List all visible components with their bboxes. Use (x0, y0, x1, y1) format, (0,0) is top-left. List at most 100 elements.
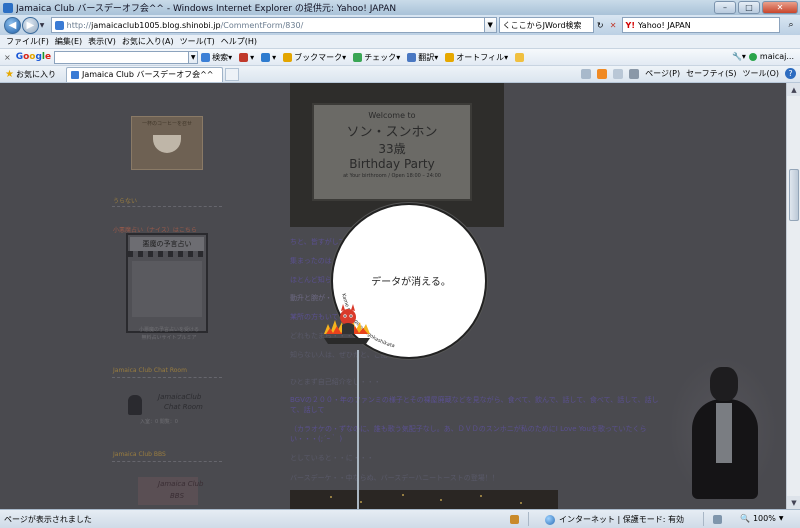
fortune-section-header: うらない (113, 198, 138, 205)
url-path: /CommentForm/830/ (220, 20, 304, 30)
back-button[interactable]: ◀ (4, 16, 21, 34)
chat-title-line1: JamaicaClub (158, 393, 202, 401)
fortune-widget[interactable]: 悪魔の予言占い (126, 233, 208, 333)
menu-file[interactable]: ファイル(F) (6, 36, 49, 47)
scroll-down-icon[interactable]: ▼ (787, 496, 800, 509)
menu-favorites[interactable]: お気に入り(A) (122, 36, 174, 47)
yahoo-search-field[interactable]: Y! Yahoo! JAPAN (621, 17, 781, 33)
vertical-scrollbar[interactable]: ▲ ▼ (786, 83, 800, 509)
popup-blocker-icon[interactable]: ▾ (239, 52, 254, 62)
home-icon[interactable] (581, 68, 592, 79)
bookmarks-button[interactable]: ブックマーク ▾ (283, 52, 346, 63)
chat-section-header: Jamaica Club Chat Room (113, 367, 187, 374)
account-button[interactable]: maicaj... (760, 52, 794, 61)
devil-character-icon[interactable] (322, 298, 372, 348)
favorites-star-icon[interactable]: ★ (5, 69, 14, 80)
search-icon[interactable]: ⌕ (782, 17, 800, 33)
blog-line: バースデーケ・・中ならぬ、バースデーハニートーストの登場！！ (290, 474, 499, 482)
page-menu[interactable]: ページ(P) (645, 68, 680, 79)
fortune-caption-2[interactable]: 無料占いサイトプルミア (131, 334, 207, 341)
command-bar: ページ(P) セーフティ(S) ツール(O) ? (581, 68, 796, 79)
rss-feed-icon[interactable] (597, 68, 608, 79)
chat-status: 入室：0 閲覧：0 (140, 419, 178, 425)
sign-welcome: Welcome to (368, 111, 416, 120)
scroll-thumb[interactable] (789, 169, 799, 221)
blog-line: （カラオケの・ずなのに、誰も歌う気配子なし。あ、ＤＶＤのスンホニが私のためにI … (290, 425, 647, 443)
check-button[interactable]: チェック ▾ (353, 52, 400, 63)
coffee-widget[interactable]: 一杯のコーヒーを召せ (131, 116, 203, 170)
pencil-icon[interactable] (515, 52, 526, 62)
divider (112, 377, 222, 378)
divider (112, 206, 222, 207)
minimize-button[interactable]: – (714, 1, 736, 14)
menu-bar: ファイル(F) 編集(E) 表示(V) お気に入り(A) ツール(T) ヘルプ(… (0, 35, 800, 49)
history-dropdown-icon[interactable]: ▼ (40, 22, 48, 29)
coffee-cup-icon (153, 135, 181, 153)
divider (112, 461, 222, 462)
google-search-dropdown-icon[interactable]: ▼ (189, 50, 199, 64)
chat-title-line2: Chat Room (164, 403, 203, 411)
popup-status-icon[interactable] (510, 515, 519, 524)
tools-menu[interactable]: ツール(O) (742, 68, 779, 79)
fortune-caption-1[interactable]: 小悪魔の予言占いを受ける (131, 326, 207, 333)
google-search-input[interactable] (54, 50, 190, 64)
title-bar: Jamaica Club バースデーオフ会^^ - Windows Intern… (0, 0, 800, 15)
spellcheck-icon (353, 52, 363, 62)
welcome-sign: Welcome to ソン・スンホン 33歳 Birthday Party at… (312, 103, 472, 201)
navigation-bar: ◀ ▶ ▼ http://jamaicaclub1005.blog.shinob… (0, 15, 800, 35)
zoom-control[interactable]: 🔍 100% ▼ (740, 514, 783, 523)
menu-tools[interactable]: ツール(T) (180, 36, 215, 47)
menu-edit[interactable]: 編集(E) (55, 36, 82, 47)
zone-text: インターネット | 保護モード: 有効 (559, 515, 685, 524)
forward-button[interactable]: ▶ (21, 16, 39, 34)
refresh-icon[interactable]: ↻ (594, 17, 607, 33)
circle-stand-pole (357, 350, 359, 509)
blog-line: としていると・・に・・・ (290, 454, 374, 462)
address-dropdown-icon[interactable]: ▼ (484, 17, 497, 33)
security-zone[interactable]: インターネット | 保護モード: 有効 (545, 514, 684, 525)
tab-jamaica-club[interactable]: Jamaica Club バースデーオフ会^^ (65, 66, 223, 82)
google-search-button[interactable]: 検索 ▾ (201, 52, 232, 63)
chat-room-widget[interactable]: JamaicaClub Chat Room (128, 393, 214, 417)
tab-page-icon (70, 70, 79, 79)
fortune-teeth-decoration (128, 251, 206, 257)
mail-icon[interactable] (613, 68, 624, 79)
yahoo-label: Yahoo! JAPAN (638, 20, 691, 30)
address-field[interactable]: http://jamaicaclub1005.blog.shinobi.jp/C… (50, 17, 485, 33)
globe-icon (545, 514, 555, 525)
stop-icon[interactable]: ✕ (607, 17, 620, 33)
tab-row: ★ お気に入り Jamaica Club バースデーオフ会^^ ページ(P) セ… (0, 66, 800, 83)
url-host: jamaicaclub1005.blog.shinobi.jp (91, 20, 221, 30)
close-button[interactable]: ✕ (762, 1, 798, 14)
favorites-button[interactable]: お気に入り (16, 69, 56, 80)
bbs-widget[interactable]: Jamaica Club BBS (130, 477, 210, 507)
new-tab-button[interactable] (224, 67, 239, 81)
print-icon[interactable] (629, 68, 640, 79)
help-icon[interactable]: ? (785, 68, 796, 79)
safety-menu[interactable]: セーフティ(S) (686, 68, 736, 79)
bbs-section-header: Jamaica Club BBS (113, 451, 166, 458)
page-icon (54, 20, 64, 30)
maximize-button[interactable]: □ (738, 1, 760, 14)
translate-button[interactable]: 翻訳 ▾ (407, 52, 438, 63)
bbs-title-line2: BBS (170, 492, 185, 500)
account-status-icon (748, 52, 757, 61)
zoom-dropdown-icon[interactable]: ▼ (779, 515, 784, 522)
yahoo-logo-icon: Y! (625, 20, 635, 30)
menu-view[interactable]: 表示(V) (88, 36, 116, 47)
scroll-up-icon[interactable]: ▲ (787, 83, 800, 96)
blog-line: ひとまず自己紹介をし・・・ (290, 378, 381, 386)
divider (703, 512, 704, 526)
settings-status-icon[interactable] (713, 515, 722, 524)
wrench-icon[interactable]: 🔧▾ (732, 52, 746, 61)
status-bar: ページが表示されました インターネット | 保護モード: 有効 🔍 100% ▼ (0, 509, 800, 528)
plus-icon[interactable]: ▾ (261, 52, 276, 62)
toolbar-close-icon[interactable]: × (4, 53, 11, 62)
jword-search-field[interactable]: くここからJWord検索 (498, 17, 594, 33)
divider (528, 512, 529, 526)
menu-help[interactable]: ヘルプ(H) (221, 36, 257, 47)
fortune-title: 悪魔の予言占い (130, 237, 204, 251)
star-icon (283, 52, 293, 62)
autofill-button[interactable]: オートフィル ▾ (445, 52, 508, 63)
google-toolbar: × Google ▼ 検索 ▾ ▾ ▾ ブックマーク ▾ チェック ▾ 翻訳 ▾ オート… (0, 49, 800, 66)
